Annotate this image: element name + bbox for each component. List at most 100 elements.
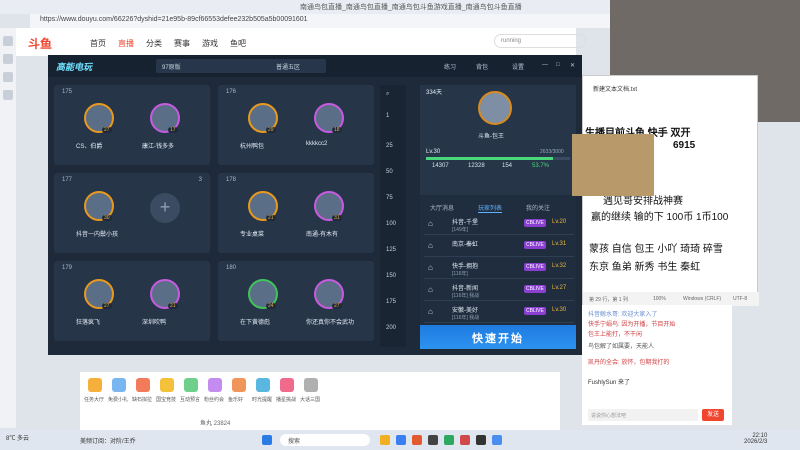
ruler-tick[interactable]: 100 bbox=[386, 221, 396, 227]
room-selector[interactable]: 97原版 普通五区 bbox=[156, 59, 326, 73]
room-list-item[interactable]: ⌂ 安徽-美好 [116年] 我战 CBLIVE Lv.30 bbox=[424, 303, 574, 323]
app-icon[interactable] bbox=[460, 435, 470, 445]
sidebar-icon[interactable] bbox=[3, 72, 13, 82]
ruler-tick[interactable]: 75 bbox=[386, 195, 393, 201]
search-icon[interactable]: ⌕ bbox=[386, 91, 389, 98]
game-table[interactable]: 180 24 在下黄德彪 27 你还真你不会武功 bbox=[218, 261, 374, 341]
ruler-tick[interactable]: 125 bbox=[386, 247, 396, 253]
start-icon[interactable] bbox=[262, 435, 272, 445]
table-number: 180 bbox=[226, 265, 237, 271]
gift-bar: 任务大厅 免费小礼 缺石拟拉 国宝竞技 互动预言 粉丝约会 鱼乐好 时光提醒 播星挑战 大话三国 … bbox=[80, 372, 560, 432]
backpack-button[interactable]: 背包 bbox=[476, 62, 488, 71]
game-table[interactable]: 179 27 狂落疯飞 21 深圳吹鸭 bbox=[54, 261, 210, 341]
app-icon[interactable] bbox=[444, 435, 454, 445]
ruler-tick[interactable]: 25 bbox=[386, 143, 393, 149]
nav-item[interactable]: 赛事 bbox=[174, 38, 190, 49]
gift-icon[interactable] bbox=[232, 378, 246, 392]
gift-icon[interactable] bbox=[304, 378, 318, 392]
room-player-name: 安徽-美好 bbox=[452, 308, 478, 314]
room-list-item[interactable]: ⌂ 南京-秦虹 CBLIVE Lv.31 bbox=[424, 237, 574, 257]
room-list-item[interactable]: ⌂ 抖音-新闻 [116年] 我战 CBLIVE Lv.27 bbox=[424, 281, 574, 301]
seat-player-name: 你还真你不会武功 bbox=[306, 320, 355, 326]
sidebar-icon[interactable] bbox=[3, 54, 13, 64]
line-ending: Windows (CRLF) bbox=[683, 296, 722, 302]
practice-button[interactable]: 练习 bbox=[444, 62, 456, 71]
room-list-item[interactable]: ⌂ 快手-拥抱 [116年] CBLIVE Lv.32 bbox=[424, 259, 574, 279]
search-input[interactable]: running bbox=[494, 34, 586, 48]
ruler-tick[interactable]: 1 bbox=[386, 113, 389, 119]
douyu-logo[interactable]: 斗鱼 bbox=[28, 35, 52, 52]
room-level: Lv.20 bbox=[552, 219, 567, 225]
ruler-tick[interactable]: 200 bbox=[386, 325, 396, 331]
settings-button[interactable]: 设置 bbox=[512, 62, 524, 71]
ruler-tick[interactable]: 175 bbox=[386, 299, 396, 305]
game-table[interactable]: 178 21 专业桌菜 31 南通-有木有 bbox=[218, 173, 374, 253]
nav-item[interactable]: 直播 bbox=[118, 38, 134, 49]
quick-start-button[interactable]: 快速开始 bbox=[420, 325, 576, 349]
douyu-header: 斗鱼 首页 直播 分类 赛事 游戏 鱼吧 running bbox=[16, 28, 586, 56]
ruler-tick[interactable]: 150 bbox=[386, 273, 396, 279]
nav-item[interactable]: 首页 bbox=[90, 38, 106, 49]
xp-bar-fill bbox=[426, 157, 553, 160]
note-line: 6915 bbox=[673, 140, 696, 151]
clock[interactable]: 22:10 2026/2/3 bbox=[744, 433, 767, 445]
address-bar[interactable]: https://www.douyu.com/66226?dyshid=21e95… bbox=[30, 14, 620, 28]
tab-hall[interactable]: 大厅消息 bbox=[430, 203, 454, 212]
close-icon[interactable]: ✕ bbox=[570, 62, 575, 69]
gift-icon[interactable] bbox=[112, 378, 126, 392]
game-table[interactable]: 177 3 30 抖音一内鬃小孩 + bbox=[54, 173, 210, 253]
app-icon[interactable] bbox=[428, 435, 438, 445]
cursor-position: 第 29 行，第 1 列 bbox=[589, 297, 628, 303]
gift-label: 时光提醒 bbox=[252, 397, 273, 403]
app-icon[interactable] bbox=[396, 435, 406, 445]
app-icon[interactable] bbox=[380, 435, 390, 445]
room-sub: [116年] 我战 bbox=[452, 293, 480, 299]
chat-line: 快手宁娟鸟: 因为开播，节目开始 bbox=[588, 322, 676, 328]
home-icon: ⌂ bbox=[428, 307, 433, 316]
tab-title[interactable]: 南通鸟包直播_南通鸟包直播_南通鸟包斗鱼游戏直播_南通鸟包斗鱼直播 bbox=[300, 2, 522, 12]
nav-item[interactable]: 鱼吧 bbox=[230, 38, 246, 49]
send-button[interactable]: 发送 bbox=[702, 409, 724, 421]
avatar[interactable] bbox=[478, 91, 512, 125]
fishball-count: 鱼丸 23824 bbox=[200, 421, 231, 427]
profile-card: 334天 斗鱼-包王 Lv.30 2633/3000 14307 12328 1… bbox=[420, 85, 576, 195]
seat-player-name: 抖音一内鬃小孩 bbox=[76, 232, 119, 238]
gift-label: 互动预言 bbox=[180, 397, 201, 403]
app-icon[interactable] bbox=[492, 435, 502, 445]
client-logo: 高能电玩 bbox=[56, 62, 93, 72]
url-text[interactable]: https://www.douyu.com/66226?dyshid=21e95… bbox=[40, 16, 308, 23]
maximize-icon[interactable]: □ bbox=[556, 62, 560, 68]
gift-icon[interactable] bbox=[88, 378, 102, 392]
sidebar-icon[interactable] bbox=[3, 90, 13, 100]
sidebar-icon[interactable] bbox=[3, 36, 13, 46]
app-icon[interactable] bbox=[476, 435, 486, 445]
gift-icon[interactable] bbox=[160, 378, 174, 392]
gift-icon[interactable] bbox=[256, 378, 270, 392]
tab-players[interactable]: 玩家列表 bbox=[478, 203, 503, 213]
chat-line: FushlySun 来了 bbox=[588, 380, 631, 386]
tab-following[interactable]: 我的关注 bbox=[526, 203, 550, 212]
gift-label: 粉丝约会 bbox=[204, 397, 225, 403]
taskbar-search[interactable]: 搜索 bbox=[280, 434, 370, 446]
minimize-icon[interactable]: — bbox=[542, 62, 548, 68]
nav-item[interactable]: 分类 bbox=[146, 38, 162, 49]
news-widget[interactable]: 美频订阅：对阶/王乔 bbox=[80, 436, 136, 445]
game-table[interactable]: 175 27 CS、伯爵 17 康江-钱多多 bbox=[54, 85, 210, 165]
room-sub: [116年] 我战 bbox=[452, 315, 480, 321]
table-number: 177 bbox=[62, 177, 73, 183]
weather-widget[interactable]: 8℃ 多云 bbox=[6, 433, 29, 442]
seat-player-name: 在下黄德彪 bbox=[240, 320, 271, 326]
gift-icon[interactable] bbox=[184, 378, 198, 392]
room-level: Lv.31 bbox=[552, 241, 567, 247]
gift-icon[interactable] bbox=[136, 378, 150, 392]
gift-icon[interactable] bbox=[280, 378, 294, 392]
room-list-item[interactable]: ⌂ 抖音-千堡 [149年] CBLIVE Lv.20 bbox=[424, 215, 574, 235]
join-seat-button[interactable]: + bbox=[150, 193, 180, 223]
room-player-name: 抖音-千堡 bbox=[452, 220, 478, 226]
chat-input[interactable]: 说说你心想法吧 bbox=[588, 409, 698, 421]
app-icon[interactable] bbox=[412, 435, 422, 445]
ruler-tick[interactable]: 50 bbox=[386, 169, 393, 175]
nav-item[interactable]: 游戏 bbox=[202, 38, 218, 49]
gift-icon[interactable] bbox=[208, 378, 222, 392]
game-table[interactable]: 176 29 杭州鸭包 18 kkkkcc2 bbox=[218, 85, 374, 165]
